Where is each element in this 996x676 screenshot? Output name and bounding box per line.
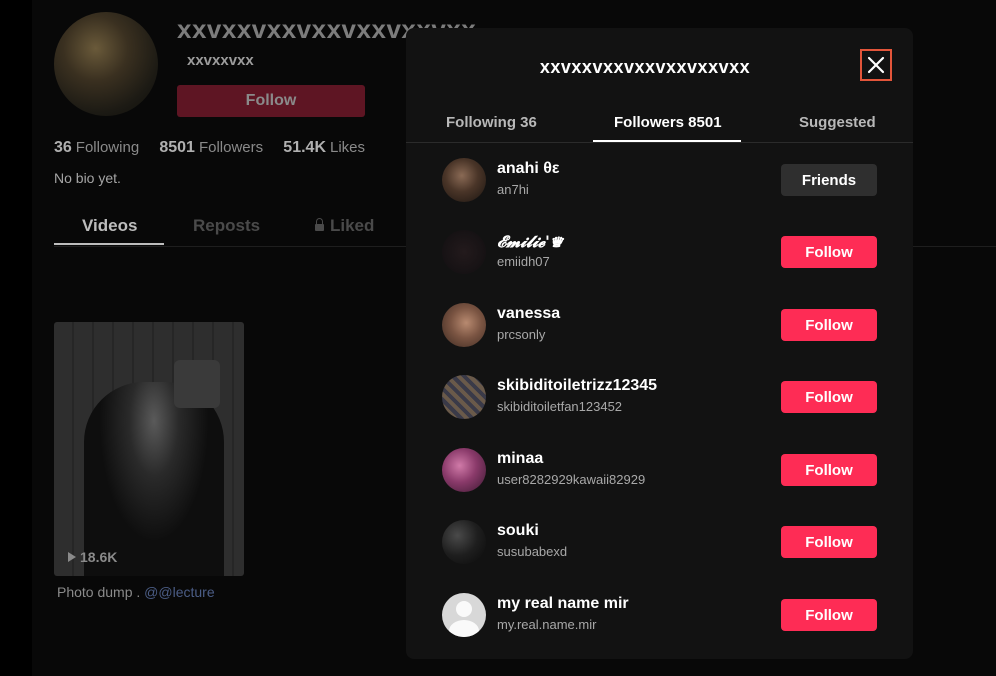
stat-likes: 51.4K Likes — [283, 139, 366, 156]
follower-name[interactable]: my real name mir — [497, 595, 629, 613]
follower-handle: emiidh07 — [497, 254, 550, 269]
follower-handle: prcsonly — [497, 327, 546, 342]
default-avatar-body — [449, 620, 479, 637]
play-icon — [68, 552, 76, 562]
follower-row[interactable]: anahi θε an7hi Friends — [406, 144, 913, 216]
tab-liked[interactable]: Liked — [315, 216, 374, 236]
tab-following[interactable]: Following 36 — [446, 114, 537, 131]
stat-following[interactable]: 36 Following — [54, 139, 139, 156]
follower-row[interactable]: minaa user8282929kawaii82929 Follow — [406, 434, 913, 506]
profile-avatar — [54, 12, 158, 116]
avatar[interactable] — [442, 230, 486, 274]
follower-handle: susubabexd — [497, 544, 568, 559]
follower-name[interactable]: skibiditoiletrizz12345 — [497, 377, 657, 395]
follow-button[interactable]: Follow — [781, 526, 877, 558]
stat-followers[interactable]: 8501 Followers — [159, 139, 263, 156]
caption-mention-link[interactable]: @@lecture — [144, 584, 214, 600]
video-caption: Photo dump . @@lecture — [57, 584, 215, 600]
follower-handle: skibiditoiletfan123452 — [497, 399, 623, 414]
follower-row[interactable]: skibiditoiletrizz12345 skibiditoiletfan1… — [406, 361, 913, 433]
avatar[interactable] — [442, 448, 486, 492]
follower-row[interactable]: 𝓔𝓶𝓲𝓵𝓲𝓮'♛ emiidh07 Follow — [406, 216, 913, 288]
tab-videos[interactable]: Videos — [82, 216, 137, 236]
profile-stats: 36 Following 8501 Followers 51.4K Likes — [54, 139, 381, 157]
tab-reposts[interactable]: Reposts — [193, 216, 260, 236]
profile-username: xxvxxvxx — [187, 52, 254, 69]
profile-bio: No bio yet. — [54, 170, 121, 186]
close-icon — [867, 56, 885, 74]
video-sticker — [174, 360, 220, 408]
follow-button[interactable]: Follow — [781, 236, 877, 268]
tab-active-indicator — [54, 243, 164, 245]
modal-tab-active-indicator — [593, 140, 741, 142]
modal-title: xxvxxvxxvxxvxxvxxvxx — [539, 57, 751, 77]
modal-tabs: Following 36 Followers 8501 Suggested — [406, 102, 913, 143]
follower-handle: my.real.name.mir — [497, 617, 597, 632]
lock-icon — [315, 218, 324, 231]
default-avatar-head — [456, 601, 472, 617]
tab-suggested[interactable]: Suggested — [799, 114, 876, 131]
follower-row[interactable]: my real name mir my.real.name.mir Follow — [406, 579, 913, 651]
video-view-count: 18.6K — [68, 549, 117, 565]
follow-button[interactable]: Follow — [781, 309, 877, 341]
profile-follow-button[interactable]: Follow — [177, 85, 365, 117]
follow-button[interactable]: Follow — [781, 381, 877, 413]
follower-handle: an7hi — [497, 182, 529, 197]
avatar[interactable] — [442, 375, 486, 419]
follower-name[interactable]: souki — [497, 522, 539, 540]
friends-button[interactable]: Friends — [781, 164, 877, 196]
tab-followers[interactable]: Followers 8501 — [614, 114, 722, 131]
video-subject — [84, 382, 224, 576]
close-button[interactable] — [860, 49, 892, 81]
avatar[interactable] — [442, 520, 486, 564]
follow-button[interactable]: Follow — [781, 454, 877, 486]
follower-handle: user8282929kawaii82929 — [497, 472, 646, 487]
avatar[interactable] — [442, 158, 486, 202]
follower-row[interactable]: souki susubabexd Follow — [406, 506, 913, 578]
avatar[interactable] — [442, 593, 486, 637]
followers-modal: xxvxxvxxvxxvxxvxxvxx Following 36 Follow… — [406, 28, 913, 659]
follower-name[interactable]: anahi θε — [497, 160, 559, 178]
video-thumbnail[interactable]: 18.6K — [54, 322, 244, 576]
avatar[interactable] — [442, 303, 486, 347]
follower-name[interactable]: vanessa — [497, 305, 560, 323]
follower-name[interactable]: 𝓔𝓶𝓲𝓵𝓲𝓮'♛ — [497, 232, 563, 252]
follower-name[interactable]: minaa — [497, 450, 543, 468]
follow-button[interactable]: Follow — [781, 599, 877, 631]
follower-row[interactable]: vanessa prcsonly Follow — [406, 289, 913, 361]
